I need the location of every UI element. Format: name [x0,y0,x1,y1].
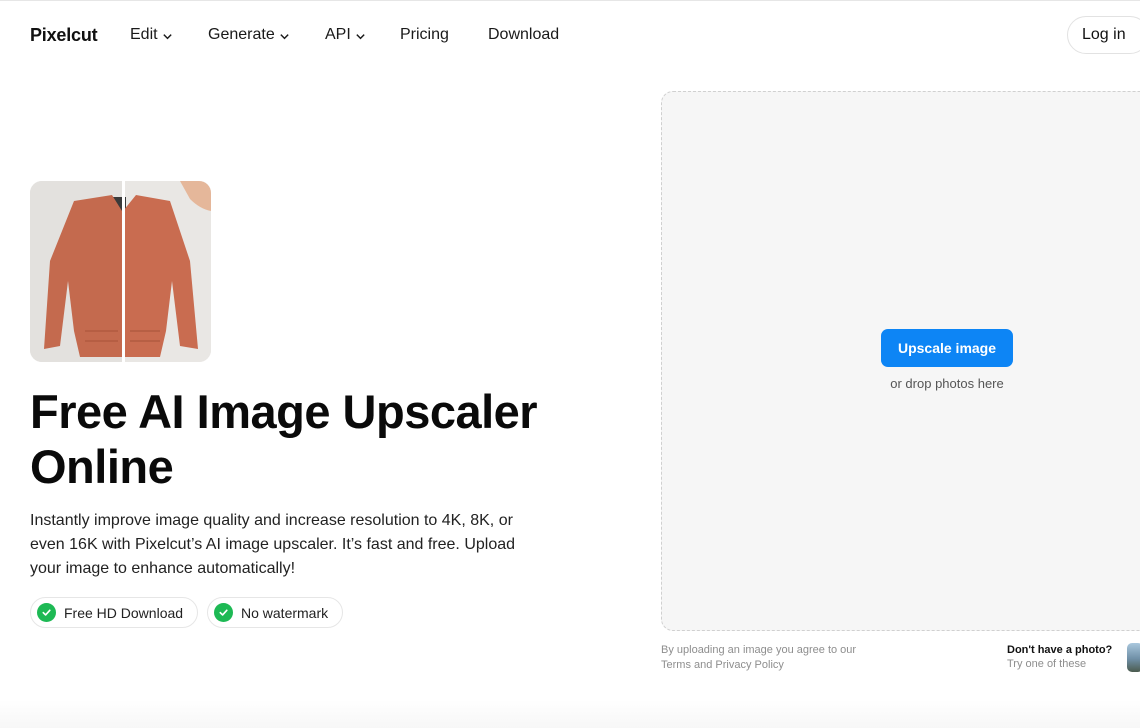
page-title: Free AI Image Upscaler Online [30,384,590,494]
legal-and: and [690,659,716,671]
badge-no-watermark: No watermark [207,597,344,628]
hero-description: Instantly improve image quality and incr… [30,512,516,577]
section-divider [0,700,1140,728]
logo[interactable]: Pixelcut [30,25,98,46]
sample-photos-title: Don't have a photo? [1007,644,1113,656]
check-icon [37,603,56,622]
badge-label: Free HD Download [64,604,184,621]
login-button[interactable]: Log in [1067,16,1140,54]
sample-photo-thumbnail[interactable] [1127,643,1140,672]
nav-api-label: API [325,26,351,43]
chevron-down-icon [162,33,172,39]
chevron-down-icon [356,33,365,39]
upload-legal-notice: By uploading an image you agree to our T… [661,643,861,673]
drop-hint: or drop photos here [890,376,1004,391]
page-title-line2: Online [30,440,174,493]
sample-photos-subtitle: Try one of these [1007,658,1087,670]
page: Pixelcut Edit Generate API Pricing Downl… [0,0,1140,728]
terms-link[interactable]: Terms [661,659,691,671]
nav-edit[interactable]: Edit [130,26,173,44]
nav-download-label: Download [488,26,560,43]
chevron-down-icon [280,33,289,39]
badge-label: No watermark [241,604,329,621]
upscale-image-button[interactable]: Upscale image [881,329,1013,367]
nav-generate[interactable]: Generate [208,26,290,44]
nav-edit-label: Edit [130,26,158,43]
nav-pricing[interactable]: Pricing [400,26,449,44]
badge-free-hd-download: Free HD Download [30,597,199,628]
page-title-line1: Free AI Image Upscaler [30,385,538,438]
nav-download[interactable]: Download [488,26,559,44]
nav-api[interactable]: API [325,26,366,44]
nav-generate-label: Generate [208,26,275,43]
legal-prefix: By uploading an image you agree to our [661,644,857,656]
sample-photos-prompt: Don't have a photo? Try one of these [1007,643,1127,671]
jacket-illustration [30,181,211,362]
check-icon [214,603,233,622]
nav-pricing-label: Pricing [400,26,449,43]
top-nav: Pixelcut Edit Generate API Pricing Downl… [0,0,1140,68]
privacy-policy-link[interactable]: Privacy Policy [715,659,783,671]
hero-before-after-image [30,181,211,362]
